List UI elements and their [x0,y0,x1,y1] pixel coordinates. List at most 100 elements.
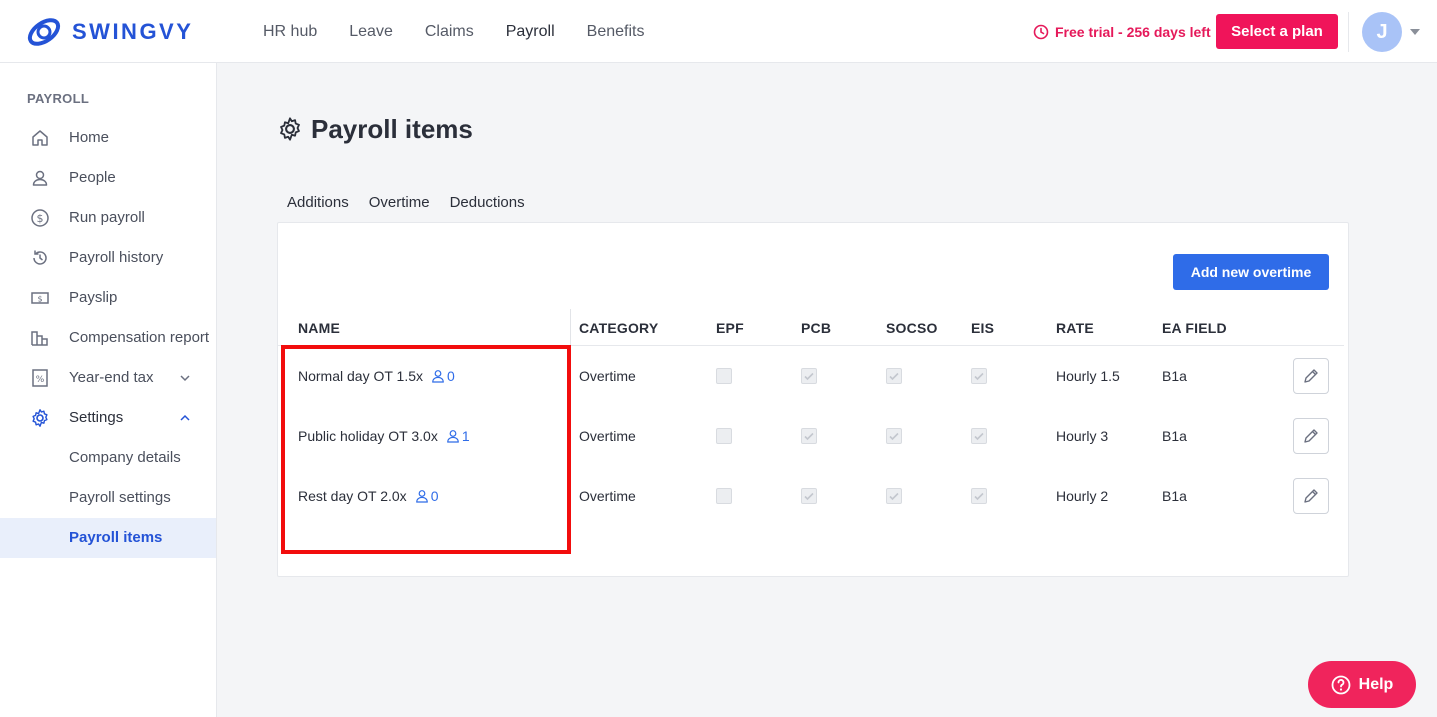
topnav-hr-hub[interactable]: HR hub [263,23,317,41]
chevron-down-icon[interactable] [179,372,191,384]
sidebar-item-home[interactable]: Home [0,118,216,158]
pencil-icon [1304,369,1318,383]
sidebar-item-label: Payslip [69,289,118,306]
topnav-payroll[interactable]: Payroll [506,23,555,41]
column-header-category: CATEGORY [579,320,659,336]
tab-overtime[interactable]: Overtime [368,188,430,224]
check-icon [804,492,814,501]
column-header-eis: EIS [971,320,995,336]
sidebar-item-label: Payroll settings [69,489,171,506]
sidebar-item-label: Company details [69,449,181,466]
sidebar-item-run-payroll[interactable]: $ Run payroll [0,198,216,238]
sidebar-subitem-payroll-settings[interactable]: Payroll settings [0,478,216,518]
user-menu[interactable]: J [1362,12,1420,52]
edit-button[interactable] [1293,478,1329,514]
topnav-claims[interactable]: Claims [425,23,474,41]
gear-icon [280,117,300,141]
person-icon [32,170,48,186]
cell-epf [716,466,732,526]
cell-category: Overtime [579,368,636,384]
sidebar-section-title: PAYROLL [27,91,90,106]
edit-button[interactable] [1293,418,1329,454]
add-new-overtime-button[interactable]: Add new overtime [1173,254,1329,290]
pcb-checkbox [801,368,817,384]
free-trial-notice: Free trial - 256 days left [1033,22,1211,42]
column-header-pcb: PCB [801,320,832,336]
cell-epf [716,346,732,406]
check-icon [974,432,984,441]
cell-socso [886,406,902,466]
tab-deductions[interactable]: Deductions [440,188,535,224]
sidebar-item-payroll-history[interactable]: Payroll history [0,238,216,278]
sidebar-item-compensation-report[interactable]: Compensation report [0,318,216,358]
brand-name: SWINGVY [72,19,194,44]
cell-eis [971,346,987,406]
avatar[interactable]: J [1362,12,1402,52]
question-icon [1331,675,1351,694]
column-header-name: NAME [298,320,341,336]
cell-socso [886,466,902,526]
sidebar-item-label: Payroll history [69,249,164,266]
check-icon [889,432,899,441]
svg-text:$: $ [37,295,42,304]
column-header-socso: SOCSO [886,320,938,336]
check-icon [804,432,814,441]
check-icon [804,372,814,381]
sidebar-item-year-end-tax[interactable]: % Year-end tax [0,358,216,398]
edit-button[interactable] [1293,358,1329,394]
epf-checkbox [716,368,732,384]
sidebar-item-settings[interactable]: Settings [0,398,216,438]
help-button[interactable]: Help [1308,661,1416,708]
brand-logo[interactable]: SWINGVY [26,14,193,50]
sidebar-item-label: Settings [69,409,124,426]
cell-actions [1293,466,1329,526]
sidebar-item-label: Run payroll [69,209,145,226]
sidebar-item-label: Compensation report [69,329,210,346]
report-icon [31,331,48,346]
chevron-up-icon[interactable] [179,412,191,424]
eis-checkbox [971,368,987,384]
sidebar-subitem-company-details[interactable]: Company details [0,438,216,478]
clock-icon [1033,24,1049,40]
sidebar-subitem-payroll-items[interactable]: Payroll items [0,518,216,558]
tab-additions[interactable]: Additions [277,188,359,224]
cell-category: Overtime [579,488,636,504]
sidebar: PAYROLL Home People $ Run payroll Payrol… [0,63,217,717]
divider [1348,12,1349,52]
payslip-icon: $ [31,292,49,304]
cell-pcb [801,406,817,466]
highlight-box [281,345,571,554]
column-header-epf: EPF [716,320,744,336]
pcb-checkbox [801,488,817,504]
sidebar-item-label: People [69,169,116,186]
page-title: Payroll items [277,113,473,145]
check-icon [889,492,899,501]
cell-category: Overtime [579,428,636,444]
cell-eis [971,406,987,466]
home-icon [32,130,48,146]
cell-eis [971,466,987,526]
topnav-leave[interactable]: Leave [349,23,393,41]
cell-ea-field: B1a [1162,488,1187,504]
cell-pcb [801,466,817,526]
epf-checkbox [716,428,732,444]
eis-checkbox [971,428,987,444]
topnav-benefits[interactable]: Benefits [587,23,645,41]
payroll-item-tabs: Additions Overtime Deductions [277,188,535,224]
select-plan-button[interactable]: Select a plan [1216,14,1338,49]
pencil-icon [1304,429,1318,443]
dollar-cycle-icon: $ [31,209,49,227]
cell-epf [716,406,732,466]
sidebar-item-label: Home [69,129,110,146]
sidebar-item-label: Payroll items [69,529,163,546]
check-icon [974,372,984,381]
sidebar-item-payslip[interactable]: $ Payslip [0,278,216,318]
sidebar-item-people[interactable]: People [0,158,216,198]
svg-text:$: $ [37,212,44,225]
page-title-text: Payroll items [311,113,473,144]
gear-icon [32,409,48,427]
caret-down-icon[interactable] [1410,29,1420,35]
cell-actions [1293,346,1329,406]
epf-checkbox [716,488,732,504]
cell-ea-field: B1a [1162,428,1187,444]
